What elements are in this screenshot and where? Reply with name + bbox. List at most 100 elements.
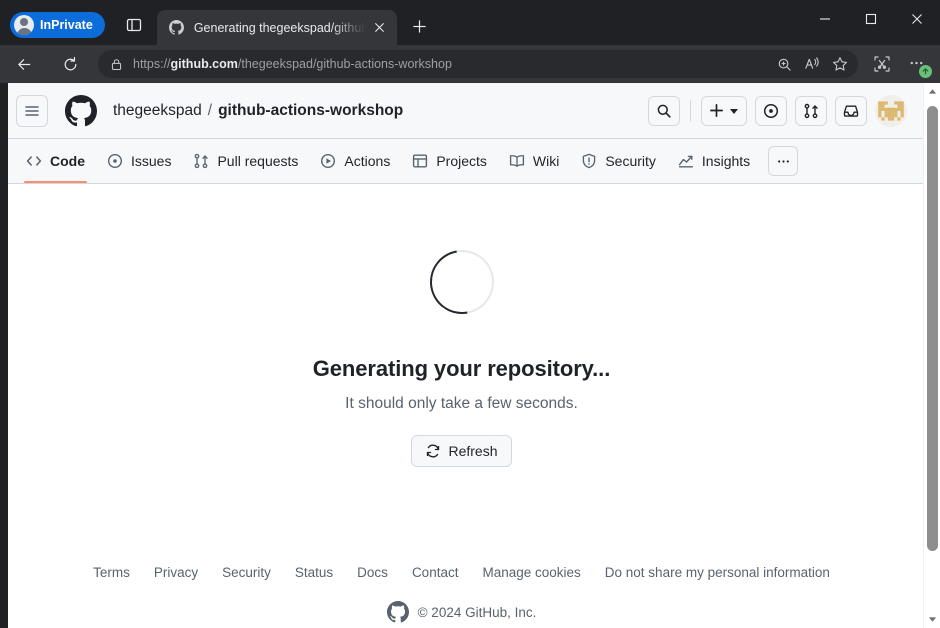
scrollbar-thumb[interactable]	[926, 106, 938, 551]
nav-more-button[interactable]	[768, 146, 799, 176]
footer-link-docs[interactable]: Docs	[357, 565, 388, 580]
play-icon	[321, 153, 336, 169]
nav-tab-pull-requests[interactable]: Pull requests	[183, 139, 308, 183]
page-scrollbar[interactable]	[923, 83, 940, 628]
window-minimize-button[interactable]	[802, 0, 848, 38]
tab-search-button[interactable]	[119, 10, 149, 40]
reload-icon	[64, 56, 76, 70]
nav-tab-label: Code	[50, 153, 85, 169]
url-path: /thegeekspad/github-actions-workshop	[237, 57, 452, 71]
search-button[interactable]	[648, 95, 680, 126]
new-tab-button[interactable]	[405, 11, 435, 41]
footer-link-status[interactable]: Status	[295, 565, 333, 580]
nav-tab-projects[interactable]: Projects	[402, 139, 497, 183]
page-footer: Terms Privacy Security Status Docs Conta…	[93, 565, 830, 623]
header-divider	[690, 99, 691, 122]
read-aloud-button[interactable]	[798, 51, 826, 77]
back-button[interactable]	[8, 49, 40, 79]
issue-opened-icon	[763, 103, 779, 118]
browser-window: InPrivate Generating thegeekspad/github-…	[0, 0, 940, 628]
close-icon	[375, 22, 385, 33]
nav-tab-label: Actions	[344, 153, 391, 169]
search-icon	[657, 104, 671, 118]
footer-link-terms[interactable]: Terms	[93, 565, 130, 580]
github-global-header: thegeekspad / github-actions-workshop	[0, 83, 923, 139]
issue-opened-icon	[107, 153, 123, 169]
footer-link-manage-cookies[interactable]: Manage cookies	[482, 565, 580, 580]
breadcrumb-repo[interactable]: github-actions-workshop	[218, 102, 403, 120]
graph-icon	[678, 155, 694, 168]
nav-tab-label: Wiki	[532, 153, 560, 169]
footer-link-privacy[interactable]: Privacy	[154, 565, 198, 580]
page-subtitle: It should only take a few seconds.	[345, 395, 578, 412]
inprivate-indicator[interactable]: InPrivate	[10, 12, 105, 38]
breadcrumb-owner[interactable]: thegeekspad	[113, 102, 202, 120]
breadcrumb-separator: /	[207, 101, 213, 119]
browser-update-badge	[919, 65, 932, 78]
zoom-magnifier-icon	[778, 58, 791, 71]
table-icon	[413, 154, 428, 168]
zoom-button[interactable]	[770, 51, 798, 77]
scrollbar-down-button[interactable]	[924, 611, 940, 628]
back-arrow-icon	[17, 58, 30, 70]
user-avatar[interactable]	[875, 94, 907, 127]
git-pull-request-icon	[804, 103, 818, 118]
inbox-icon	[843, 105, 859, 117]
copyright-text: © 2024 GitHub, Inc.	[417, 604, 537, 620]
book-icon	[509, 155, 524, 167]
window-left-edge	[0, 83, 8, 628]
scrollbar-up-button[interactable]	[924, 83, 940, 100]
footer-copyright: © 2024 GitHub, Inc.	[386, 601, 537, 623]
notifications-button[interactable]	[835, 95, 867, 126]
browser-tab[interactable]: Generating thegeekspad/github-actions-wo…	[156, 10, 397, 45]
scrollbar-track[interactable]	[924, 100, 940, 611]
browser-settings-button[interactable]	[900, 49, 932, 79]
toolbar-right-actions	[866, 49, 932, 79]
refresh-button[interactable]: Refresh	[411, 435, 512, 467]
nav-tab-code[interactable]: Code	[16, 139, 95, 183]
add-favorite-button[interactable]	[826, 51, 854, 77]
plus-icon	[710, 104, 723, 117]
plus-icon	[413, 19, 426, 33]
window-close-button[interactable]	[894, 0, 940, 38]
repository-nav: Code Issues Pull requests Actions Projec…	[0, 139, 923, 184]
inprivate-avatar-icon	[14, 15, 34, 35]
nav-tab-insights[interactable]: Insights	[668, 139, 760, 183]
arrow-up-badge-icon	[922, 68, 929, 75]
github-home-link[interactable]	[65, 94, 97, 127]
reload-button[interactable]	[54, 49, 86, 79]
global-navigation-button[interactable]	[16, 94, 48, 127]
github-mark-icon	[65, 94, 97, 126]
maximize-icon	[865, 13, 877, 25]
github-header-actions	[648, 94, 907, 127]
create-new-button[interactable]	[701, 95, 747, 126]
nav-tab-actions[interactable]: Actions	[310, 139, 400, 183]
nav-tab-label: Pull requests	[217, 153, 299, 169]
nav-tab-wiki[interactable]: Wiki	[499, 139, 569, 183]
footer-links: Terms Privacy Security Status Docs Conta…	[93, 565, 830, 580]
address-bar[interactable]: https://github.com/thegeekspad/github-ac…	[98, 50, 858, 78]
tab-close-button[interactable]	[369, 17, 391, 39]
footer-link-contact[interactable]: Contact	[412, 565, 459, 580]
url-scheme: https://	[133, 57, 171, 71]
footer-link-do-not-share[interactable]: Do not share my personal information	[605, 565, 830, 580]
tab-search-icon	[126, 18, 141, 32]
nav-tab-label: Insights	[701, 153, 751, 169]
browser-toolbar: https://github.com/thegeekspad/github-ac…	[0, 45, 940, 83]
nav-tab-security[interactable]: Security	[571, 139, 666, 183]
nav-tab-issues[interactable]: Issues	[97, 139, 181, 183]
split-screen-button[interactable]	[866, 49, 898, 79]
lock-icon	[110, 58, 123, 71]
page-viewport: thegeekspad / github-actions-workshop Co…	[0, 83, 940, 628]
hamburger-menu-icon	[25, 105, 39, 116]
issues-button[interactable]	[755, 95, 787, 126]
close-icon	[912, 14, 922, 24]
footer-link-security[interactable]: Security	[222, 565, 271, 580]
browser-titlebar: InPrivate Generating thegeekspad/github-…	[0, 0, 940, 45]
nav-tab-label: Security	[605, 153, 656, 169]
pull-requests-button[interactable]	[795, 95, 827, 126]
github-page: thegeekspad / github-actions-workshop Co…	[0, 83, 923, 628]
repository-generating-panel: Generating your repository... It should …	[0, 184, 923, 623]
window-maximize-button[interactable]	[848, 0, 894, 38]
window-controls	[802, 0, 940, 38]
